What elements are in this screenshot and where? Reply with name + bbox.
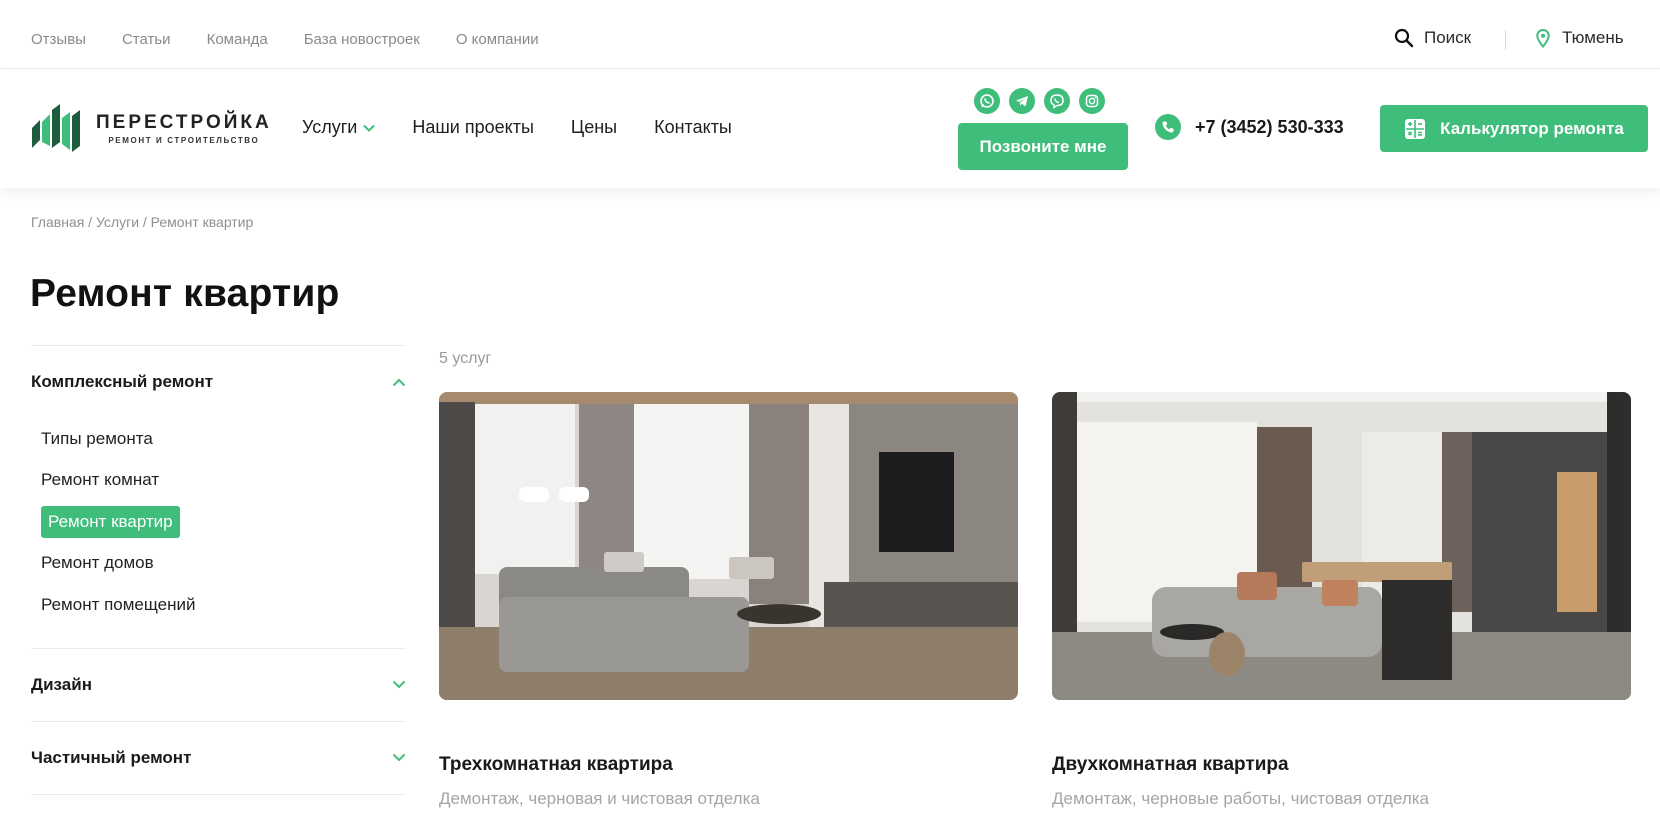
card-image-living-room[interactable] xyxy=(1052,392,1631,700)
sidebar-section-label: Комплексный ремонт xyxy=(31,372,214,391)
sidebar-item-active-label: Ремонт квартир xyxy=(41,505,180,538)
main-header: ПЕРЕСТРОЙКА РЕМОНТ И СТРОИТЕЛЬСТВО Услуг… xyxy=(0,70,1660,188)
sidebar-item-apartments[interactable]: Ремонт квартир xyxy=(41,501,406,543)
card-description: Демонтаж, черновая и чистовая отделка xyxy=(439,789,760,808)
service-card[interactable]: Двухкомнатная квартира Демонтаж, черновы… xyxy=(1052,392,1631,809)
sidebar-submenu: Типы ремонта Ремонт комнат Ремонт кварти… xyxy=(31,418,406,648)
nav-services-label: Услуги xyxy=(302,117,358,137)
chevron-down-icon xyxy=(392,753,406,762)
card-description: Демонтаж, черновые работы, чистовая отде… xyxy=(1052,789,1430,808)
nav-contacts[interactable]: Контакты xyxy=(654,117,732,138)
nav-services[interactable]: Услуги xyxy=(302,117,376,138)
sidebar-section-label: Частичный ремонт xyxy=(31,747,192,767)
phone-link[interactable]: +7 (3452) 530-333 xyxy=(1155,114,1344,140)
page-title: Ремонт квартир xyxy=(30,272,340,315)
calculator-icon xyxy=(1405,118,1426,139)
card-title[interactable]: Двухкомнатная квартира xyxy=(1052,754,1631,776)
card-image-living-room[interactable] xyxy=(439,392,1018,700)
chevron-down-icon xyxy=(363,124,376,132)
telegram-icon[interactable] xyxy=(1009,88,1035,114)
service-card[interactable]: Трехкомнатная квартира Демонтаж, чернова… xyxy=(439,392,1018,809)
divider xyxy=(31,793,406,795)
sidebar-item-rooms[interactable]: Ремонт комнат xyxy=(41,460,406,502)
sidebar-item-types[interactable]: Типы ремонта xyxy=(41,418,406,460)
sidebar-section-label: Дизайн xyxy=(31,674,92,694)
phone-number: +7 (3452) 530-333 xyxy=(1195,116,1344,137)
top-link-team[interactable]: Команда xyxy=(207,31,268,48)
sidebar-section-complex[interactable]: Комплексный ремонт xyxy=(31,346,406,418)
call-me-button[interactable]: Позвоните мне xyxy=(958,123,1128,170)
sidebar-section-partial[interactable]: Частичный ремонт xyxy=(31,722,406,794)
location-pin-icon xyxy=(1536,28,1550,48)
calculator-label: Калькулятор ремонта xyxy=(1440,118,1624,138)
top-link-new-buildings[interactable]: База новостроек xyxy=(304,31,420,48)
nav-projects[interactable]: Наши проекты xyxy=(412,117,534,138)
sidebar-item-houses[interactable]: Ремонт домов xyxy=(41,543,406,585)
search-button[interactable]: Поиск xyxy=(1394,28,1471,48)
phone-icon xyxy=(1155,114,1181,140)
search-icon xyxy=(1394,28,1414,48)
viber-icon[interactable] xyxy=(1044,88,1070,114)
services-sidebar: Комплексный ремонт Типы ремонта Ремонт к… xyxy=(31,345,406,795)
chevron-up-icon xyxy=(392,378,406,386)
top-nav: Отзывы Статьи Команда База новостроек О … xyxy=(31,31,539,48)
sidebar-section-design[interactable]: Дизайн xyxy=(31,649,406,721)
card-title[interactable]: Трехкомнатная квартира xyxy=(439,754,1018,776)
logo-mark-icon xyxy=(32,104,80,152)
sidebar-item-premises[interactable]: Ремонт помещений xyxy=(41,584,406,626)
search-label: Поиск xyxy=(1424,28,1472,47)
logo-tagline: РЕМОНТ И СТРОИТЕЛЬСТВО xyxy=(108,135,260,145)
nav-prices[interactable]: Цены xyxy=(571,117,617,138)
whatsapp-icon[interactable] xyxy=(974,88,1000,114)
instagram-icon[interactable] xyxy=(1079,88,1105,114)
divider xyxy=(1505,30,1506,50)
main-nav: Услуги Наши проекты Цены Контакты xyxy=(302,117,732,138)
city-label: Тюмень xyxy=(1562,28,1624,47)
calculator-button[interactable]: Калькулятор ремонта xyxy=(1380,105,1648,152)
social-links xyxy=(974,88,1105,114)
chevron-down-icon xyxy=(392,680,406,689)
top-link-about[interactable]: О компании xyxy=(456,31,539,48)
logo-brand: ПЕРЕСТРОЙКА xyxy=(96,111,272,133)
breadcrumb[interactable]: Главная / Услуги / Ремонт квартир xyxy=(31,214,253,230)
services-count: 5 услуг xyxy=(439,350,492,367)
top-link-reviews[interactable]: Отзывы xyxy=(31,31,86,48)
top-bar: Отзывы Статьи Команда База новостроек О … xyxy=(0,0,1660,69)
logo-text: ПЕРЕСТРОЙКА РЕМОНТ И СТРОИТЕЛЬСТВО xyxy=(96,112,272,145)
logo[interactable]: ПЕРЕСТРОЙКА РЕМОНТ И СТРОИТЕЛЬСТВО xyxy=(30,102,272,154)
city-selector[interactable]: Тюмень xyxy=(1536,28,1624,48)
top-link-articles[interactable]: Статьи xyxy=(122,31,171,48)
